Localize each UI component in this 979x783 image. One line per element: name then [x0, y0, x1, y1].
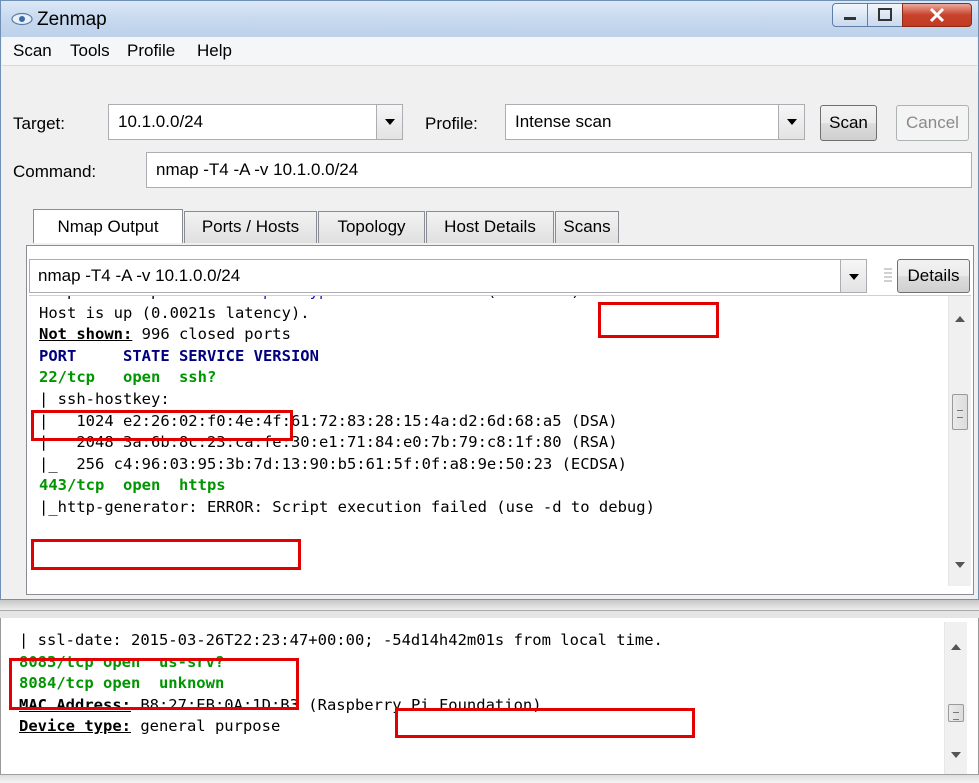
output-text-segment: (: [478, 296, 496, 300]
output-text-segment: |_ 256 c4:96:03:95:3b:7d:13:90:b5:61:5f:…: [39, 454, 627, 473]
target-combobox[interactable]: 10.1.0.0/24: [108, 104, 403, 140]
output-text-segment: ): [571, 296, 580, 300]
highlight-ports-8083-8084: [9, 658, 299, 710]
output-line: |_http-generator: ERROR: Script executio…: [39, 497, 655, 519]
output-text-segment: Not shown:: [39, 325, 133, 344]
maximize-button[interactable]: [867, 3, 903, 27]
target-value: 10.1.0.0/24: [118, 112, 204, 131]
scrollbar-thumb[interactable]: [952, 394, 968, 430]
tab-nmap-output[interactable]: Nmap Output: [33, 209, 183, 243]
output-text-segment: | ssh-hostkey:: [39, 389, 170, 408]
scrollbar-thumb[interactable]: [948, 704, 964, 722]
output-text-segment: 996 closed ports: [132, 325, 291, 344]
output-text-segment: Nmap scan report for: [39, 296, 235, 300]
menu-tools[interactable]: Tools: [70, 41, 110, 61]
profile-combobox[interactable]: Intense scan: [505, 104, 805, 140]
scroll-up-icon[interactable]: [951, 644, 961, 650]
output-line: Not shown: 996 closed ports: [39, 324, 655, 346]
section-divider: [0, 600, 979, 610]
output-text-segment: 10.1.0.2: [496, 296, 571, 300]
output-text-segment: PORT STATE SERVICE VERSION: [39, 346, 319, 365]
minimize-icon: [844, 17, 856, 20]
scroll-down-icon[interactable]: [951, 752, 961, 758]
menu-help[interactable]: Help: [197, 41, 232, 61]
profile-dropdown-button[interactable]: [778, 105, 804, 139]
command-label: Command:: [13, 162, 97, 181]
highlight-ip-address: [598, 302, 719, 338]
menu-scan[interactable]: Scan: [13, 41, 52, 61]
menu-bar: Scan Tools Profile Help: [2, 37, 977, 66]
zenmap-eye-icon: [11, 12, 33, 26]
output-line: 443/tcp open https: [39, 475, 655, 497]
zenmap-window: Zenmap Scan Tools Profile Help Target: 1…: [0, 0, 979, 600]
cancel-button[interactable]: Cancel: [896, 105, 969, 141]
profile-label: Profile:: [425, 114, 478, 133]
profile-value: Intense scan: [515, 112, 612, 131]
highlight-mac-vendor: [395, 708, 695, 738]
scan-selector-dropdown-button[interactable]: [840, 260, 866, 292]
tab-scans[interactable]: Scans: [555, 211, 619, 243]
target-label: Target:: [13, 114, 65, 133]
maximize-icon: [878, 8, 892, 21]
output-text-segment: raspberrypi.lissard2.local: [235, 296, 478, 300]
tab-topology[interactable]: Topology: [318, 211, 425, 243]
output-scrollbar-bottom[interactable]: [944, 622, 967, 774]
window-title: Zenmap: [37, 9, 107, 30]
scan-selector-combobox[interactable]: nmap -T4 -A -v 10.1.0.0/24: [29, 259, 867, 293]
output-line: | ssh-hostkey:: [39, 389, 655, 411]
output-line: Host is up (0.0021s latency).: [39, 303, 655, 325]
output-text-segment: |_http-generator: ERROR: Script executio…: [39, 497, 655, 516]
output-line: | ssl-date: 2015-03-26T22:23:47+00:00; -…: [19, 630, 663, 652]
output-text-segment: Host is up (0.0021s latency).: [39, 303, 310, 322]
close-button[interactable]: [902, 3, 972, 27]
scan-button[interactable]: Scan: [820, 105, 877, 141]
output-text-segment: 443/tcp open https: [39, 476, 226, 495]
minimize-button[interactable]: [832, 3, 868, 27]
output-line: PORT STATE SERVICE VERSION: [39, 346, 655, 368]
menu-profile[interactable]: Profile: [127, 41, 175, 61]
title-bar[interactable]: Zenmap: [1, 1, 978, 37]
output-lines: Nmap scan report for raspberrypi.lissard…: [39, 296, 655, 519]
command-input[interactable]: nmap -T4 -A -v 10.1.0.0/24: [146, 152, 972, 188]
output-scrollbar[interactable]: [948, 296, 971, 586]
output-line: 22/tcp open ssh?: [39, 367, 655, 389]
grip-icon: [884, 268, 892, 282]
scroll-down-icon[interactable]: [955, 562, 965, 568]
output-line: Nmap scan report for raspberrypi.lissard…: [39, 296, 655, 303]
scroll-up-icon[interactable]: [955, 316, 965, 322]
highlight-port-443: [31, 539, 301, 570]
nmap-output-text-top[interactable]: Nmap scan report for raspberrypi.lissard…: [29, 295, 971, 586]
highlight-port-22: [31, 410, 293, 441]
output-text-segment: 22/tcp open ssh?: [39, 368, 217, 387]
output-line: |_ 256 c4:96:03:95:3b:7d:13:90:b5:61:5f:…: [39, 454, 655, 476]
target-dropdown-button[interactable]: [376, 105, 402, 139]
tab-host-details[interactable]: Host Details: [426, 211, 554, 243]
output-text-segment: | ssl-date: 2015-03-26T22:23:47+00:00; -…: [19, 631, 663, 649]
scan-selector-value: nmap -T4 -A -v 10.1.0.0/24: [38, 266, 241, 285]
tab-ports-hosts[interactable]: Ports / Hosts: [184, 211, 317, 243]
output-text-segment: general purpose: [130, 717, 281, 736]
details-button[interactable]: Details: [897, 259, 970, 293]
close-icon: [929, 7, 945, 23]
nmap-output-continued: | ssl-date: 2015-03-26T22:23:47+00:00; -…: [0, 618, 979, 782]
nmap-output-panel: nmap -T4 -A -v 10.1.0.0/24 Details Nmap …: [26, 245, 974, 595]
nmap-output-text-bottom[interactable]: | ssl-date: 2015-03-26T22:23:47+00:00; -…: [9, 622, 967, 774]
output-text-segment: Device type:: [19, 717, 131, 736]
